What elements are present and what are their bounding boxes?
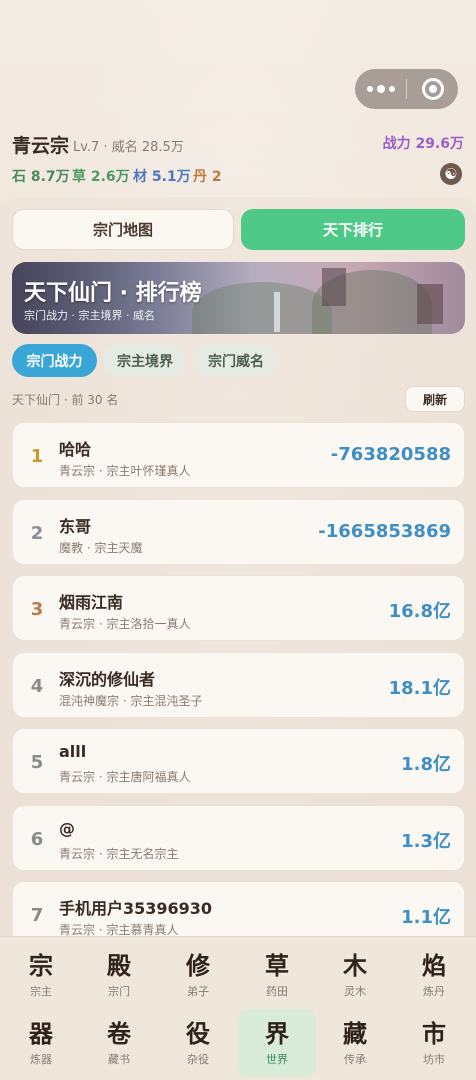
taiji-icon[interactable]: ☯	[440, 163, 462, 185]
ranking-row[interactable]: 5 alll 青云宗 · 宗主唐阿福真人 1.8亿	[12, 728, 465, 794]
banner-title: 天下仙门 · 排行榜	[24, 281, 202, 306]
nav-item-market[interactable]: 市 坊市	[395, 1009, 473, 1077]
sect-and-master: 青云宗 · 宗主无名宗主	[59, 847, 179, 861]
bottom-nav: 宗 宗主 殿 宗门 修 弟子 草 药田 木 灵木 焰 炼丹 器 炼器 卷 藏书 …	[0, 936, 476, 1080]
rank-number: 2	[30, 522, 44, 544]
power-value: -763820588	[330, 444, 451, 465]
sect-and-master: 混沌神魔宗 · 宗主混沌圣子	[59, 694, 203, 708]
nav-label: 灵木	[344, 984, 366, 998]
ranking-banner: 天下仙门 · 排行榜 宗门战力 · 宗主境界 · 威名	[12, 262, 465, 334]
nav-label: 炼器	[30, 1052, 52, 1066]
sect-name: 青云宗	[12, 135, 70, 157]
sect-and-master: 青云宗 · 宗主叶怀瑾真人	[59, 464, 191, 478]
player-name: 烟雨江南	[59, 593, 124, 612]
filter-chip-realm[interactable]: 宗主境界	[104, 344, 186, 377]
filter-chip-fame[interactable]: 宗门威名	[194, 344, 278, 377]
banner-subtitle: 宗门战力 · 宗主境界 · 威名	[24, 309, 155, 322]
resource-grass: 草 2.6万	[72, 169, 130, 185]
nav-label: 传承	[344, 1052, 366, 1066]
rank-number: 3	[30, 598, 44, 620]
miniprogram-capsule	[355, 69, 458, 109]
sect-and-master: 青云宗 · 宗主唐阿福真人	[59, 770, 191, 784]
nav-glyph: 市	[422, 1019, 446, 1048]
ranking-row[interactable]: 1 哈哈 青云宗 · 宗主叶怀瑾真人 -763820588	[12, 422, 465, 488]
ranking-row[interactable]: 3 烟雨江南 青云宗 · 宗主洛拾一真人 16.8亿	[12, 575, 465, 641]
power-value: 1.8亿	[401, 754, 451, 775]
ranking-row[interactable]: 6 @ 青云宗 · 宗主无名宗主 1.3亿	[12, 805, 465, 871]
power-value: 1.3亿	[401, 831, 451, 852]
sect-power: 战力 29.6万	[382, 136, 464, 152]
power-value: 18.1亿	[388, 678, 451, 699]
nav-glyph: 焰	[422, 951, 446, 980]
nav-label: 宗主	[30, 984, 52, 998]
rank-number: 4	[30, 675, 44, 697]
player-name: 深沉的修仙者	[59, 670, 156, 689]
nav-glyph: 修	[186, 951, 210, 980]
refresh-button[interactable]: 刷新	[405, 386, 465, 412]
nav-item-library[interactable]: 卷 藏书	[80, 1009, 158, 1077]
banner-pagoda	[417, 284, 443, 324]
nav-item-sect[interactable]: 殿 宗门	[80, 941, 158, 1009]
nav-item-herb-field[interactable]: 草 药田	[238, 941, 316, 1009]
more-options-icon[interactable]	[355, 69, 406, 109]
power-value: -1665853869	[318, 521, 451, 542]
rank-number: 5	[30, 751, 44, 773]
close-miniprogram-icon[interactable]	[407, 69, 458, 109]
nav-item-inheritance[interactable]: 藏 传承	[316, 1009, 394, 1077]
nav-item-spirit-wood[interactable]: 木 灵木	[316, 941, 394, 1009]
nav-glyph: 草	[265, 951, 289, 980]
nav-item-disciples[interactable]: 修 弟子	[159, 941, 237, 1009]
sect-level-fame: Lv.7 · 威名 28.5万	[73, 140, 184, 155]
player-name: @	[59, 819, 75, 838]
list-caption: 天下仙门 · 前 30 名	[12, 393, 119, 407]
ranking-row[interactable]: 4 深沉的修仙者 混沌神魔宗 · 宗主混沌圣子 18.1亿	[12, 652, 465, 718]
nav-label: 杂役	[187, 1052, 209, 1066]
nav-label: 药田	[266, 984, 288, 998]
power-value: 16.8亿	[388, 601, 451, 622]
nav-item-servants[interactable]: 役 杂役	[159, 1009, 237, 1077]
nav-item-world[interactable]: 界 世界	[238, 1009, 316, 1077]
nav-glyph: 殿	[107, 951, 131, 980]
nav-glyph: 役	[186, 1019, 210, 1048]
tab-world-ranking[interactable]: 天下排行	[241, 209, 465, 250]
tab-sect-map[interactable]: 宗门地图	[12, 209, 234, 250]
rank-number: 1	[30, 445, 44, 467]
nav-glyph: 器	[29, 1019, 53, 1048]
nav-item-sect-master[interactable]: 宗 宗主	[2, 941, 80, 1009]
resource-pill: 丹 2	[193, 169, 222, 185]
nav-label: 炼丹	[423, 984, 445, 998]
nav-label: 弟子	[187, 984, 209, 998]
banner-pagoda	[322, 268, 346, 306]
banner-waterfall	[274, 292, 280, 332]
nav-item-alchemy[interactable]: 焰 炼丹	[395, 941, 473, 1009]
sect-and-master: 魔教 · 宗主天魔	[59, 541, 143, 555]
nav-glyph: 木	[343, 951, 367, 980]
nav-label: 坊市	[423, 1052, 445, 1066]
nav-glyph: 藏	[343, 1019, 367, 1048]
resource-stone: 石 8.7万	[12, 169, 70, 185]
nav-label: 藏书	[108, 1052, 130, 1066]
player-name: alll	[59, 742, 87, 761]
power-value: 1.1亿	[401, 907, 451, 928]
nav-label: 宗门	[108, 984, 130, 998]
player-name: 东哥	[59, 517, 92, 536]
nav-glyph: 卷	[107, 1019, 131, 1048]
rank-number: 6	[30, 828, 44, 850]
nav-glyph: 宗	[29, 951, 53, 980]
filter-chip-power[interactable]: 宗门战力	[12, 344, 97, 377]
nav-label: 世界	[266, 1052, 288, 1066]
player-name: 手机用户35396930	[59, 899, 213, 918]
nav-item-forge[interactable]: 器 炼器	[2, 1009, 80, 1077]
sect-and-master: 青云宗 · 宗主洛拾一真人	[59, 617, 191, 631]
ranking-row[interactable]: 2 东哥 魔教 · 宗主天魔 -1665853869	[12, 499, 465, 565]
nav-glyph: 界	[265, 1019, 289, 1048]
resource-wood: 材 5.1万	[133, 169, 191, 185]
player-name: 哈哈	[59, 440, 92, 459]
